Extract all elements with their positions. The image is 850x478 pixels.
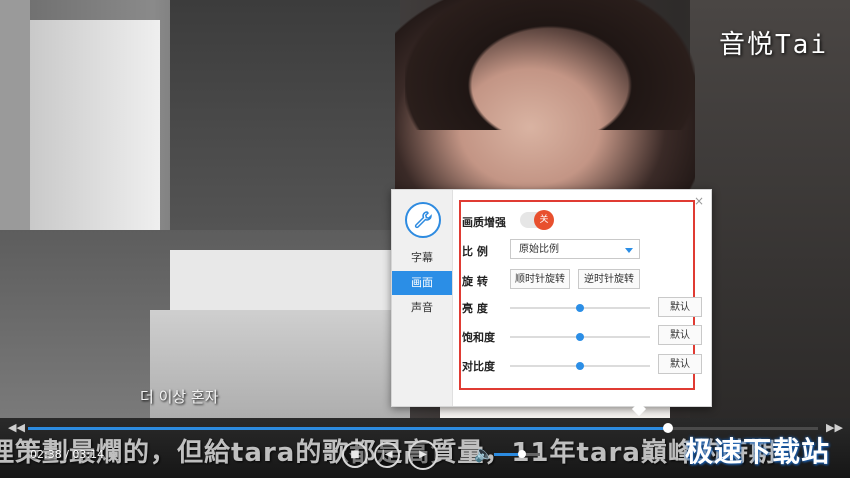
rotate-counterclockwise-button[interactable]: 逆时针旋转 bbox=[578, 269, 640, 289]
time-display: 02:38 / 03:14 bbox=[30, 448, 105, 461]
stage-backdrop bbox=[690, 0, 850, 418]
previous-button[interactable]: |◀ bbox=[374, 442, 400, 468]
video-settings-panel: 字幕 画面 声音 × 画质增强 关 比 例 原始比例 旋 转 顺时针旋转 逆时针… bbox=[391, 189, 712, 417]
contrast-handle[interactable] bbox=[576, 362, 584, 370]
contrast-slider[interactable] bbox=[510, 362, 650, 370]
settings-sidebar: 字幕 画面 声音 bbox=[392, 190, 453, 406]
stage-light-panel bbox=[170, 250, 410, 310]
brightness-label: 亮 度 bbox=[462, 302, 488, 315]
brightness-reset-button[interactable]: 默认 bbox=[658, 297, 702, 317]
brightness-handle[interactable] bbox=[576, 304, 584, 312]
play-button[interactable]: ▶ bbox=[408, 440, 438, 470]
stage-light-panel bbox=[30, 20, 160, 230]
video-subtitle: 더 이상 혼자 bbox=[140, 388, 219, 406]
saturation-slider[interactable] bbox=[510, 333, 650, 341]
stop-icon: ■ bbox=[350, 449, 360, 460]
contrast-label: 对比度 bbox=[462, 360, 495, 373]
enhance-label: 画质增强 bbox=[462, 216, 506, 229]
ratio-label: 比 例 bbox=[462, 245, 488, 258]
volume-icon[interactable]: 🔈 bbox=[474, 444, 494, 463]
saturation-reset-button[interactable]: 默认 bbox=[658, 325, 702, 345]
tab-sound[interactable]: 声音 bbox=[392, 296, 452, 320]
ratio-value: 原始比例 bbox=[519, 244, 559, 255]
contrast-reset-button[interactable]: 默认 bbox=[658, 354, 702, 374]
volume-handle[interactable] bbox=[517, 450, 526, 458]
channel-watermark: 音悦Tai bbox=[719, 30, 828, 60]
wrench-icon bbox=[405, 202, 441, 238]
tab-subtitle[interactable]: 字幕 bbox=[392, 246, 452, 270]
seek-progress bbox=[28, 427, 668, 430]
enhance-toggle[interactable]: 关 bbox=[520, 210, 554, 230]
site-watermark: 极速下载站 bbox=[684, 435, 830, 468]
play-icon: ▶ bbox=[419, 449, 427, 460]
brightness-slider[interactable] bbox=[510, 304, 650, 312]
chevron-down-icon bbox=[625, 248, 633, 253]
saturation-label: 饱和度 bbox=[462, 331, 495, 344]
close-icon[interactable]: × bbox=[694, 194, 704, 208]
rotate-clockwise-button[interactable]: 顺时针旋转 bbox=[510, 269, 570, 289]
player-controls: ◀◀ ▶▶ 理策劃最爛的，但給tara的歌都是高質量，11年tara巔峰的時期 … bbox=[0, 418, 850, 478]
singer-figure bbox=[405, 0, 695, 130]
stop-button[interactable]: ■ bbox=[342, 442, 368, 468]
saturation-handle[interactable] bbox=[576, 333, 584, 341]
tab-picture[interactable]: 画面 bbox=[392, 271, 452, 295]
ratio-select[interactable]: 原始比例 bbox=[510, 239, 640, 259]
volume-slider[interactable] bbox=[494, 450, 540, 458]
rotate-label: 旋 转 bbox=[462, 275, 488, 288]
toggle-state: 关 bbox=[534, 210, 554, 230]
previous-icon: |◀ bbox=[381, 449, 393, 460]
stage-backdrop bbox=[170, 0, 400, 240]
